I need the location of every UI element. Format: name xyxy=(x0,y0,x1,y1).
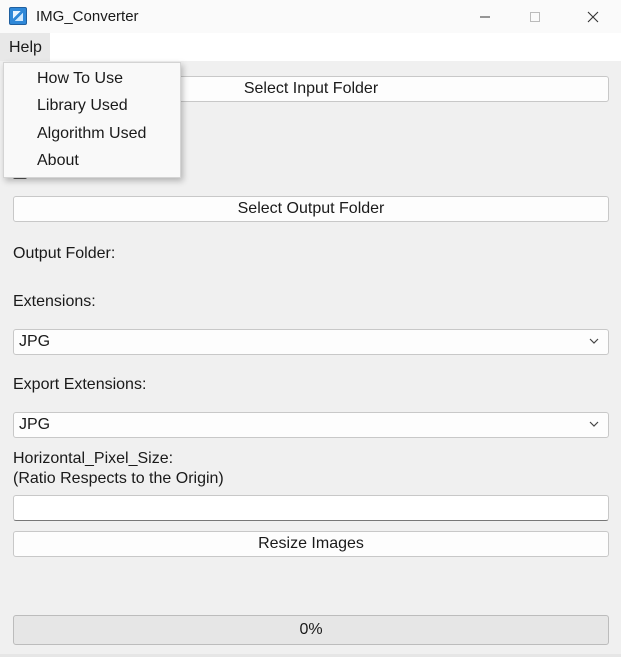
app-icon xyxy=(9,7,27,25)
resize-images-button[interactable]: Resize Images xyxy=(13,531,609,557)
menu-item-library-used[interactable]: Library Used xyxy=(37,97,128,115)
title-bar: IMG_Converter xyxy=(0,0,621,33)
maximize-button[interactable] xyxy=(512,0,558,33)
help-menu-dropdown: How To Use Library Used Algorithm Used A… xyxy=(3,62,181,178)
close-icon xyxy=(587,11,599,22)
progress-bar: 0% xyxy=(13,615,609,645)
menu-item-about[interactable]: About xyxy=(37,152,79,170)
extensions-value: JPG xyxy=(19,333,51,350)
minimize-icon xyxy=(480,16,490,17)
export-extensions-value: JPG xyxy=(19,416,51,433)
chevron-down-icon xyxy=(589,338,599,344)
export-extensions-select[interactable]: JPG xyxy=(13,412,609,438)
pixel-size-sublabel: (Ratio Respects to the Origin) xyxy=(13,470,224,487)
minimize-button[interactable] xyxy=(462,0,508,33)
pixel-size-input[interactable] xyxy=(13,495,609,521)
close-button[interactable] xyxy=(570,0,616,33)
menu-help[interactable]: Help xyxy=(0,33,50,61)
extensions-select[interactable]: JPG xyxy=(13,329,609,355)
chevron-down-icon xyxy=(589,421,599,427)
export-extensions-label: Export Extensions: xyxy=(13,376,147,393)
output-folder-label: Output Folder: xyxy=(13,245,116,262)
menu-item-algorithm-used[interactable]: Algorithm Used xyxy=(37,125,146,143)
extensions-label: Extensions: xyxy=(13,293,96,310)
pixel-size-label: Horizontal_Pixel_Size: xyxy=(13,450,174,467)
menu-item-how-to-use[interactable]: How To Use xyxy=(37,70,123,88)
select-output-folder-button[interactable]: Select Output Folder xyxy=(13,196,609,222)
window-title: IMG_Converter xyxy=(36,8,139,25)
progress-text: 0% xyxy=(299,621,323,638)
maximize-icon xyxy=(530,11,540,22)
menu-bar: Help xyxy=(0,33,621,61)
